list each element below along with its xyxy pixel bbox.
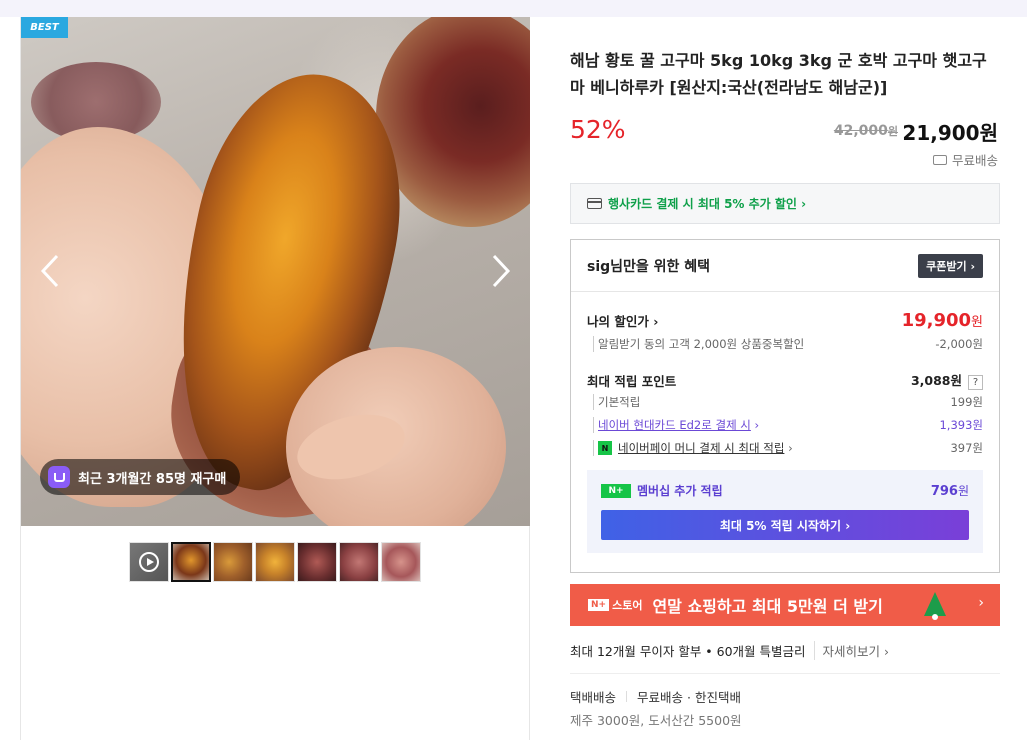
card-points-row: 네이버 현대카드 Ed2로 결제 시 › 1,393원 [587,417,983,433]
membership-value: 796원 [930,484,969,499]
separator [626,691,628,702]
promo-text: 연말 쇼핑하고 최대 5만원 더 받기 [652,597,883,616]
top-bar [0,0,1027,17]
shipping-text: 무료배송 [951,153,998,168]
shopping-bag-icon [48,466,70,488]
points-row: 최대 적립 포인트 3,088원? [587,370,983,390]
naver-store-logo: N+ 스토어 [588,597,642,613]
alarm-discount-row: 알림받기 동의 고객 2,000원 상품중복할인 -2,000원 [587,336,983,352]
card-points-value: 1,393원 [939,418,983,432]
promo-banner[interactable]: N+ 스토어 연말 쇼핑하고 최대 5만원 더 받기 › [570,584,1000,626]
divider [570,673,1000,674]
membership-start-button[interactable]: 최대 5% 적립 시작하기 › [601,510,969,540]
best-badge: BEST [21,17,68,38]
card-points-link[interactable]: 네이버 현대카드 Ed2로 결제 시 [598,418,751,432]
membership-label: 멤버십 추가 적립 [637,484,723,498]
help-icon[interactable]: ? [968,375,983,390]
chevron-right-icon[interactable] [486,253,516,293]
benefit-box: sig님만을 위한 혜택 쿠폰받기 › 나의 할인가 › 19,900원 알림받… [570,239,1000,573]
christmas-tree-icon [924,592,946,620]
thumbnail-image[interactable] [213,542,253,582]
card-points-wrap: 네이버 현대카드 Ed2로 결제 시 › [593,417,759,433]
chevron-right-icon: › [978,595,984,611]
installment-text: 최대 12개월 무이자 할부 • 60개월 특별금리 [570,644,806,659]
my-price-row: 나의 할인가 › 19,900원 [587,310,983,331]
original-price: 42,000원 [833,123,898,139]
main-product-image: BEST 최근 3개월간 85명 재구매 [21,17,530,526]
repurchase-text: 최근 3개월간 85명 재구매 [78,471,227,487]
installment-more-link[interactable]: 자세히보기 › [813,641,889,660]
my-price-label[interactable]: 나의 할인가 › [587,311,658,330]
thumbnail-video[interactable] [129,542,169,582]
installment-info: 최대 12개월 무이자 할부 • 60개월 특별금리 자세히보기 › [570,641,889,660]
play-icon [139,552,159,572]
basic-points-value: 199원 [950,395,983,409]
npay-points-wrap: N 네이버페이 머니 결제 시 최대 적립 › [593,440,793,456]
points-value-wrap: 3,088원? [911,370,983,390]
benefit-header: sig님만을 위한 혜택 쿠폰받기 › [571,240,999,292]
product-title: 해남 황토 꿀 고구마 5kg 10kg 3kg 군 호박 고구마 햇고구마 베… [570,51,987,97]
credit-card-icon [587,198,602,209]
delivery-info: 택배배송 무료배송 · 한진택배 [570,687,741,706]
basic-points-label: 기본적립 [593,394,640,410]
repurchase-badge: 최근 3개월간 85명 재구매 [40,459,241,495]
basic-points-row: 기본적립 199원 [587,394,983,410]
points-value: 3,088원 [910,373,962,388]
npay-points-value: 397원 [950,441,983,455]
points-label: 최대 적립 포인트 [587,373,677,389]
thumbnail-image[interactable] [171,542,211,582]
thumbnail-image[interactable] [297,542,337,582]
delivery-fee-label: 무료배송 [637,690,684,705]
my-price-value: 19,900원 [901,310,983,331]
card-banner-text: 행사카드 결제 시 최대 5% 추가 할인 › [608,197,807,211]
benefit-title: sig님만을 위한 혜택 [587,258,711,275]
thumbnail-image[interactable] [339,542,379,582]
naver-plus-icon: N+ [601,483,631,498]
product-gallery: BEST 최근 3개월간 85명 재구매 [20,17,530,740]
alarm-discount-value: -2,000원 [935,337,983,351]
npay-points-link[interactable]: 네이버페이 머니 결제 시 최대 적립 [618,440,784,456]
npay-points-row: N 네이버페이 머니 결제 시 최대 적립 › 397원 [587,440,983,456]
coupon-button[interactable]: 쿠폰받기 › [918,253,983,278]
shipping-info: 무료배송 [932,150,998,169]
membership-box: N+ 멤버십 추가 적립 796원 최대 5% 적립 시작하기 › [587,470,983,553]
truck-icon [932,154,947,165]
courier-name: · 한진택배 [687,690,741,705]
npay-icon: N [598,441,612,455]
card-discount-banner[interactable]: 행사카드 결제 시 최대 5% 추가 할인 › [570,183,1000,224]
chevron-left-icon[interactable] [35,253,65,293]
membership-row: N+ 멤버십 추가 적립 796원 [601,482,969,499]
sale-price: 21,900원 [902,121,998,145]
delivery-extra-fee: 제주 3000원, 도서산간 5500원 [570,713,742,728]
thumbnail-strip [129,542,423,582]
thumbnail-image[interactable] [381,542,421,582]
thumbnail-image[interactable] [255,542,295,582]
delivery-type: 택배배송 [570,690,617,705]
alarm-discount-label: 알림받기 동의 고객 2,000원 상품중복할인 [593,336,804,352]
discount-rate: 52% [570,115,626,144]
